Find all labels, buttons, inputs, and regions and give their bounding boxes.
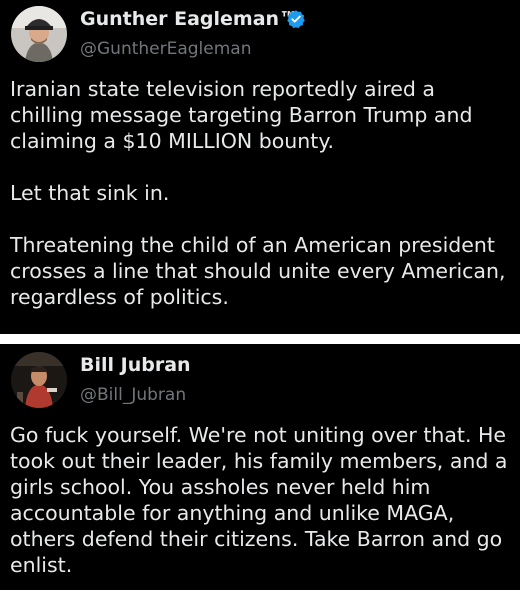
- tweet-paragraph: Let that sink in.: [10, 181, 170, 205]
- tweet-card-bill[interactable]: Bill Jubran @Bill_Jubran Go fuck yoursel…: [0, 344, 520, 590]
- tweet-paragraph: Iranian state television reportedly aire…: [10, 77, 473, 153]
- tweet-paragraph: Go fuck yourself. We're not uniting over…: [10, 423, 508, 577]
- divider: [0, 334, 520, 344]
- avatar[interactable]: [11, 352, 67, 408]
- user-handle[interactable]: @Bill_Jubran: [80, 384, 186, 406]
- tweet-paragraph: Threatening the child of an American pre…: [10, 233, 506, 309]
- tweet-card-gunther[interactable]: Gunther Eagleman™ @GuntherEagleman Irani…: [0, 0, 520, 334]
- display-name[interactable]: Gunther Eagleman™: [80, 7, 298, 31]
- avatar[interactable]: [11, 6, 67, 62]
- tweet-text: Iranian state television reportedly aire…: [10, 76, 514, 310]
- tweet-header: Gunther Eagleman™ @GuntherEagleman: [0, 0, 520, 70]
- display-name[interactable]: Bill Jubran: [80, 353, 191, 377]
- verified-badge-icon: [287, 10, 305, 29]
- tweet-header: Bill Jubran @Bill_Jubran: [0, 344, 520, 414]
- user-handle[interactable]: @GuntherEagleman: [80, 38, 252, 60]
- user-avatar-icon: [11, 352, 67, 408]
- user-avatar-icon: [11, 6, 67, 62]
- tweet-text: Go fuck yourself. We're not uniting over…: [10, 422, 514, 578]
